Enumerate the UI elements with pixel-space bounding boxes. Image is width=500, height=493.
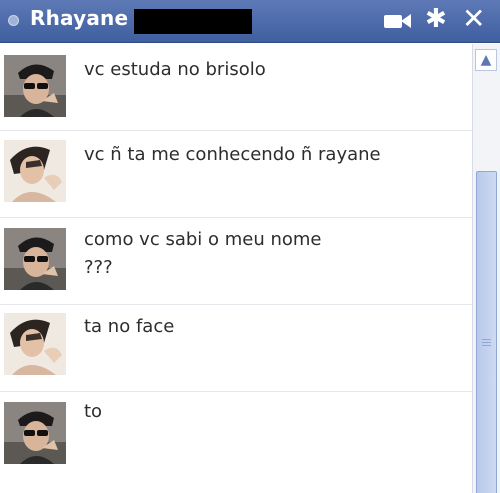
- message-text: vc estuda no brisolo: [84, 59, 266, 80]
- contact-avatar[interactable]: [4, 140, 66, 202]
- status-dot-icon: [8, 15, 19, 26]
- chat-titlebar[interactable]: Rhayane ✱ ✕: [0, 0, 500, 43]
- message-item: ta no face: [0, 305, 472, 391]
- sender-avatar[interactable]: [4, 228, 66, 290]
- sender-avatar[interactable]: [4, 402, 66, 464]
- chat-window: Rhayane ✱ ✕ vc estuda no brisolo vc ñ ta…: [0, 0, 500, 493]
- message-item: vc ñ ta me conhecendo ñ rayane: [0, 131, 472, 217]
- close-icon[interactable]: ✕: [462, 5, 485, 33]
- scroll-up-icon[interactable]: ▲: [475, 49, 497, 71]
- message-item: vc estuda no brisolo: [0, 44, 472, 130]
- contact-name[interactable]: Rhayane: [30, 6, 128, 30]
- sender-avatar-image: [4, 228, 66, 290]
- message-text: to: [84, 401, 103, 422]
- sender-avatar-image: [4, 55, 66, 117]
- video-camera-icon[interactable]: [384, 13, 412, 29]
- message-item: to: [0, 392, 472, 493]
- redacted-surname-bar: [134, 9, 252, 34]
- message-scrollbar[interactable]: ▲: [472, 44, 500, 493]
- scrollbar-grip-icon: [482, 339, 491, 340]
- contact-avatar-image: [4, 313, 66, 375]
- gear-icon[interactable]: ✱: [425, 6, 447, 32]
- message-text: vc ñ ta me conhecendo ñ rayane: [84, 144, 381, 165]
- contact-avatar[interactable]: [4, 313, 66, 375]
- sender-avatar[interactable]: [4, 55, 66, 117]
- contact-avatar-image: [4, 140, 66, 202]
- message-text: ta no face: [84, 316, 175, 337]
- sender-avatar-image: [4, 402, 66, 464]
- message-item: como vc sabi o meu nome ???: [0, 218, 472, 304]
- message-list: vc estuda no brisolo vc ñ ta me conhecen…: [0, 44, 472, 493]
- scrollbar-thumb[interactable]: [476, 171, 497, 493]
- message-text: como vc sabi o meu nome ???: [84, 229, 322, 278]
